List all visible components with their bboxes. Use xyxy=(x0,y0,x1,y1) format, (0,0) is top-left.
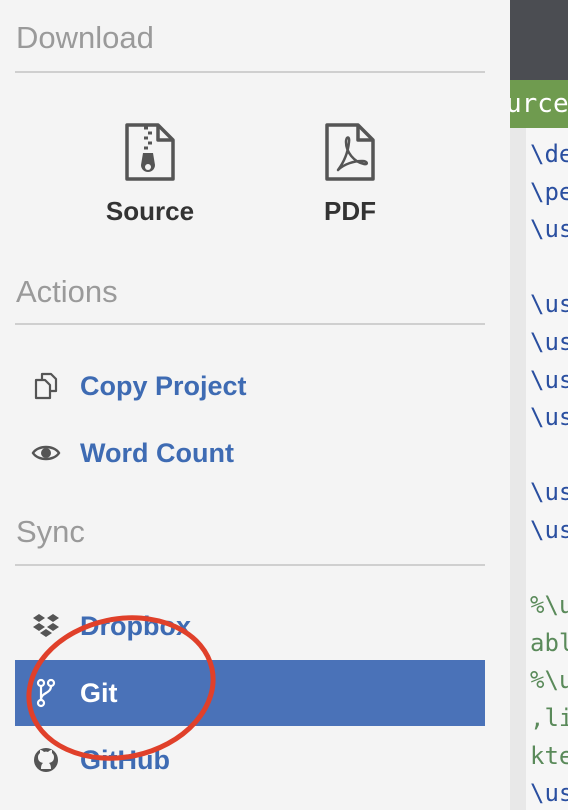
git-label: Git xyxy=(80,677,118,708)
dropbox-item[interactable]: Dropbox xyxy=(15,593,485,659)
code-line: \us xyxy=(530,290,568,319)
code-line: \pe xyxy=(530,177,568,206)
github-icon xyxy=(29,743,63,777)
eye-icon xyxy=(29,436,63,470)
code-line: \us xyxy=(530,365,568,394)
sync-section-title: Sync xyxy=(16,514,85,549)
editor-toolbar xyxy=(510,0,568,80)
code-editor[interactable]: urce \de \pe \us \us \us \us \us \us \us %\u abl %\… xyxy=(510,0,568,810)
word-count-label: Word Count xyxy=(80,437,234,468)
code-line: \us xyxy=(530,779,568,808)
code-line: %\u xyxy=(530,591,568,620)
zip-file-icon xyxy=(125,123,175,181)
code-line: kte xyxy=(530,741,568,770)
left-menu: Download Source PDF Actions Copy Project xyxy=(0,0,510,810)
dropbox-icon xyxy=(29,609,63,643)
dropbox-label: Dropbox xyxy=(80,610,191,641)
copy-project-label: Copy Project xyxy=(80,370,247,401)
code-line: \us xyxy=(530,516,568,544)
github-item[interactable]: GitHub xyxy=(15,727,485,793)
actions-section-title: Actions xyxy=(16,274,118,309)
code-line: \us xyxy=(530,478,568,507)
code-line: %\u xyxy=(530,666,568,695)
git-item[interactable]: Git xyxy=(15,660,485,726)
code-line: ,li xyxy=(530,704,568,732)
github-label: GitHub xyxy=(80,744,170,775)
divider xyxy=(15,71,485,73)
word-count-item[interactable]: Word Count xyxy=(15,420,485,486)
download-pdf-label: PDF xyxy=(324,196,376,226)
code-line: \de xyxy=(530,140,568,168)
divider xyxy=(15,564,485,566)
code-line: \us xyxy=(530,403,568,432)
download-pdf-button[interactable]: PDF xyxy=(280,122,420,227)
source-tab[interactable]: urce xyxy=(510,80,568,128)
pdf-file-icon xyxy=(325,123,375,181)
download-section-title: Download xyxy=(16,20,154,55)
copy-icon xyxy=(29,369,63,403)
code-line: \us xyxy=(530,328,568,356)
copy-project-item[interactable]: Copy Project xyxy=(15,353,485,419)
download-source-button[interactable]: Source xyxy=(80,122,220,227)
download-source-label: Source xyxy=(105,196,195,226)
editor-body[interactable]: \de \pe \us \us \us \us \us \us \us %\u abl %\u ,li k… xyxy=(526,128,568,810)
code-line: \us xyxy=(530,215,568,244)
code-line: abl xyxy=(530,628,568,657)
git-branch-icon xyxy=(29,676,63,710)
divider xyxy=(15,323,485,325)
